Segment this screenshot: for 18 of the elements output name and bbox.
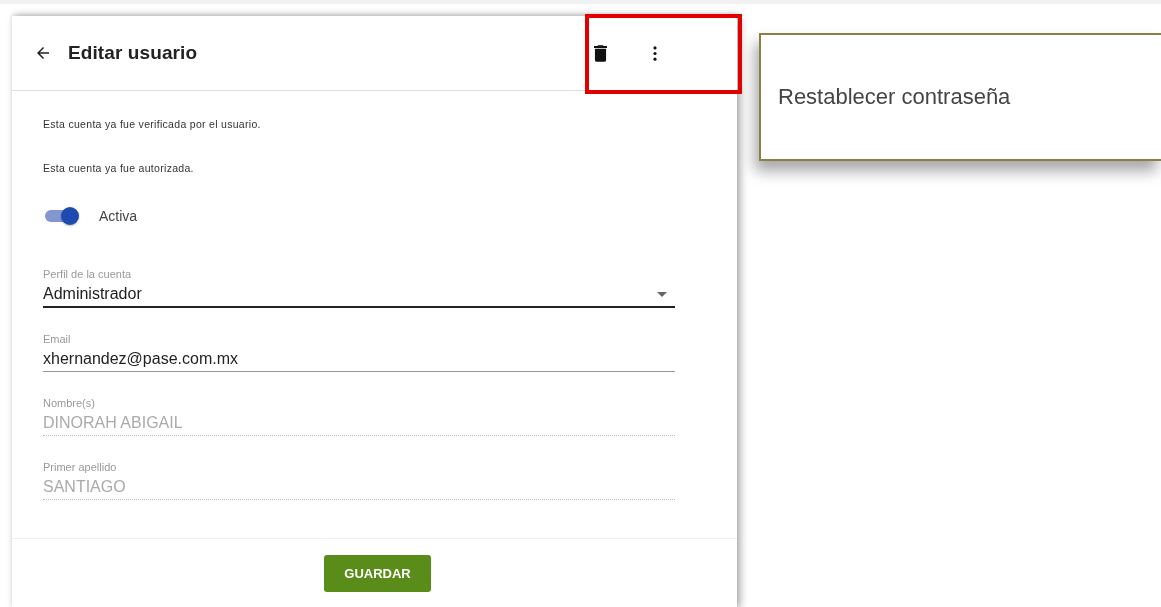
status-message: Esta cuenta ya fue verificada por el usuario. [43,117,262,131]
input-field[interactable]: xhernandez@pase.com.mx [43,347,675,372]
status-message: Esta cuenta ya fue autorizada. [43,161,195,175]
delete-icon[interactable] [594,44,607,62]
toggle-switch[interactable] [43,207,79,225]
dialog-title: Editar usuario [68,42,198,64]
save-button[interactable]: GUARDAR [324,555,431,592]
input-field: DINORAH ABIGAIL [43,411,675,436]
field-label: Nombre(s) [43,397,96,409]
dropdown-caret-icon [657,291,667,297]
select-field[interactable]: Administrador [43,282,675,308]
toggle-label: Activa [99,208,138,224]
field-label: Primer apellido [43,461,118,473]
menu-item[interactable]: Restablecer contraseña [778,78,1011,116]
input-field: SANTIAGO [43,475,675,500]
field-label: Email [43,333,72,345]
field-label: Perfil de la cuenta [43,268,133,280]
more-icon[interactable] [653,45,657,61]
